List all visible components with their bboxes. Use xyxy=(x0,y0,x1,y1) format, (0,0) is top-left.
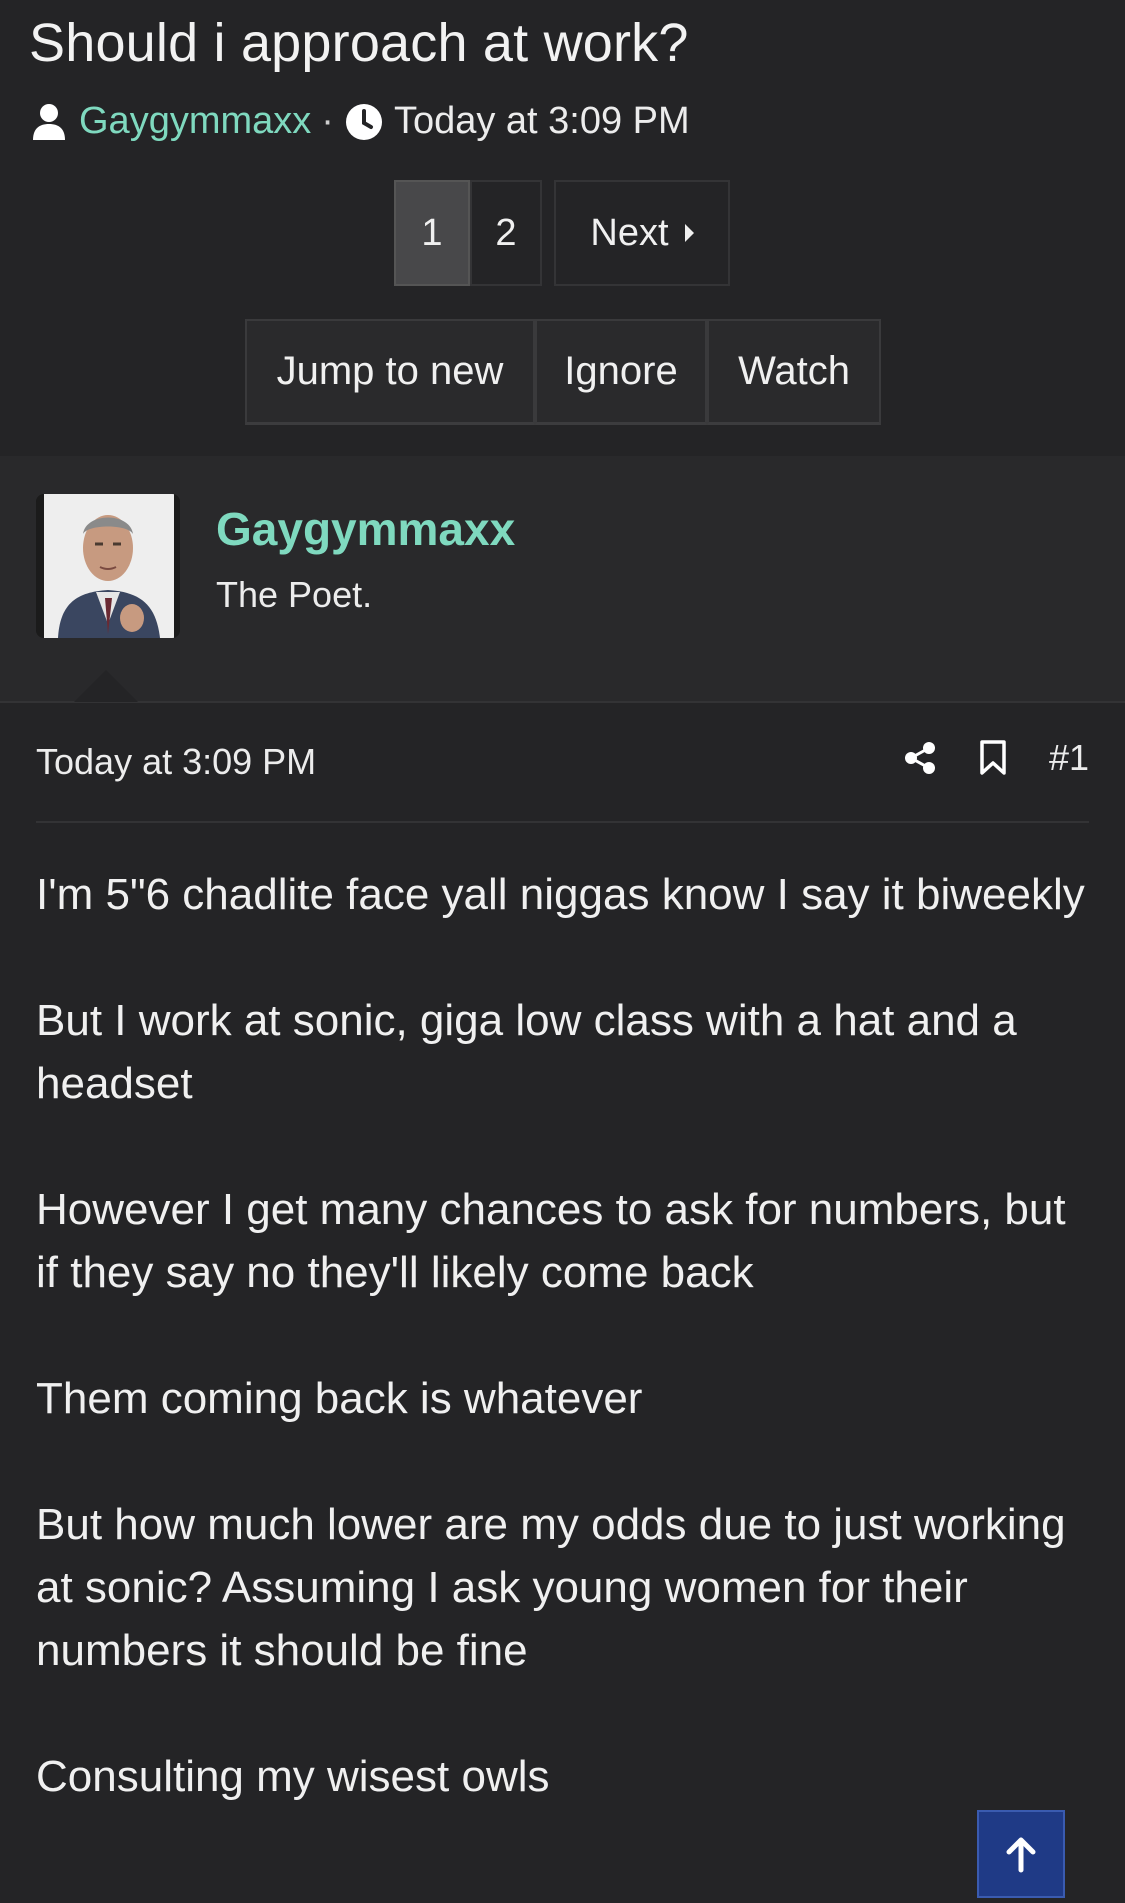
next-page-button[interactable]: Next xyxy=(554,180,730,286)
page-2-button[interactable]: 2 xyxy=(470,180,542,286)
ignore-button[interactable]: Ignore xyxy=(535,319,707,425)
scroll-to-top-button[interactable] xyxy=(977,1810,1065,1898)
post-date[interactable]: Today at 3:09 PM xyxy=(36,741,316,783)
post-tools: #1 xyxy=(861,737,1089,779)
clock-icon xyxy=(344,102,384,142)
thread-header: Should i approach at work? Gaygymmaxx · … xyxy=(0,0,1125,456)
caret-right-icon xyxy=(684,224,694,242)
post-paragraph: Consulting my wisest owls xyxy=(36,1752,550,1801)
post-paragraph: But I work at sonic, giga low class with… xyxy=(36,996,1017,1108)
post-paragraph: Them coming back is whatever xyxy=(36,1374,643,1423)
post-author-title: The Poet. xyxy=(216,574,373,615)
pagination: 1 2 Next xyxy=(394,180,730,288)
watch-button[interactable]: Watch xyxy=(707,319,881,425)
page-1-button[interactable]: 1 xyxy=(394,180,470,286)
next-label: Next xyxy=(590,211,669,254)
user-icon xyxy=(29,102,69,142)
post-user-bar: Gaygymmaxx The Poet. xyxy=(0,456,1125,703)
thread-author-link[interactable]: Gaygymmaxx xyxy=(79,100,311,143)
thread-meta: Gaygymmaxx · Today at 3:09 PM xyxy=(29,100,690,143)
thread-time[interactable]: Today at 3:09 PM xyxy=(394,100,690,143)
arrow-up-icon xyxy=(1006,1837,1036,1873)
jump-to-new-button[interactable]: Jump to new xyxy=(245,319,535,425)
thread-actions: Jump to new Ignore Watch xyxy=(245,319,881,427)
post-number-link[interactable]: #1 xyxy=(1049,737,1089,779)
bookmark-icon[interactable] xyxy=(979,740,1007,776)
share-icon[interactable] xyxy=(903,741,937,775)
post-body: I'm 5"6 chadlite face yall niggas know I… xyxy=(36,863,1086,1871)
user-bar-notch xyxy=(74,670,138,702)
avatar[interactable] xyxy=(36,494,180,638)
post-author-name[interactable]: Gaygymmaxx xyxy=(216,502,515,556)
thread-title: Should i approach at work? xyxy=(29,13,689,73)
post-paragraph: I'm 5"6 chadlite face yall niggas know I… xyxy=(36,870,1085,919)
meta-separator: · xyxy=(321,100,334,142)
divider xyxy=(36,821,1089,823)
post-paragraph: But how much lower are my odds due to ju… xyxy=(36,1500,1066,1675)
post-paragraph: However I get many chances to ask for nu… xyxy=(36,1185,1066,1297)
